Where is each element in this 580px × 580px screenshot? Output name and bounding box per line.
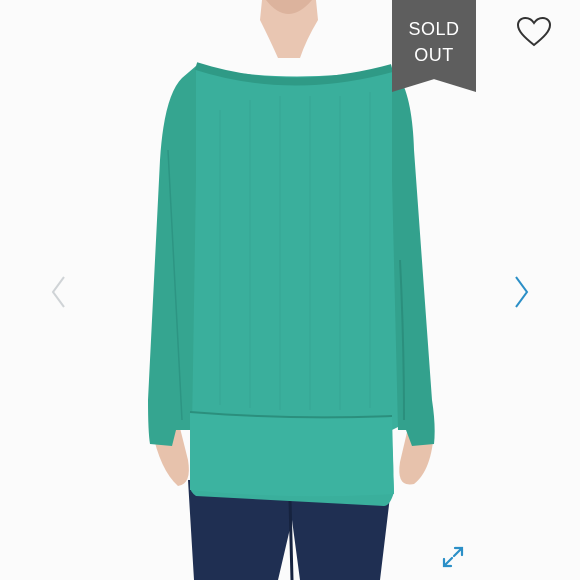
image-viewer: SOLD OUT	[0, 0, 580, 580]
sold-out-badge: SOLD OUT	[392, 0, 476, 92]
sold-out-line-2: OUT	[414, 45, 454, 65]
product-photo	[148, 0, 435, 580]
chevron-right-icon	[515, 276, 529, 308]
sweater-hem	[190, 412, 394, 497]
next-image-button[interactable]	[508, 270, 536, 314]
sweater-right-sleeve	[392, 68, 435, 446]
heart-icon	[516, 16, 552, 47]
previous-image-button[interactable]	[44, 270, 72, 314]
sweater-left-sleeve	[148, 66, 196, 446]
sold-out-line-1: SOLD	[408, 19, 460, 39]
favorite-button[interactable]	[514, 14, 554, 50]
expand-image-button[interactable]	[438, 542, 468, 572]
expand-icon	[442, 546, 464, 568]
chevron-left-icon	[51, 276, 65, 308]
